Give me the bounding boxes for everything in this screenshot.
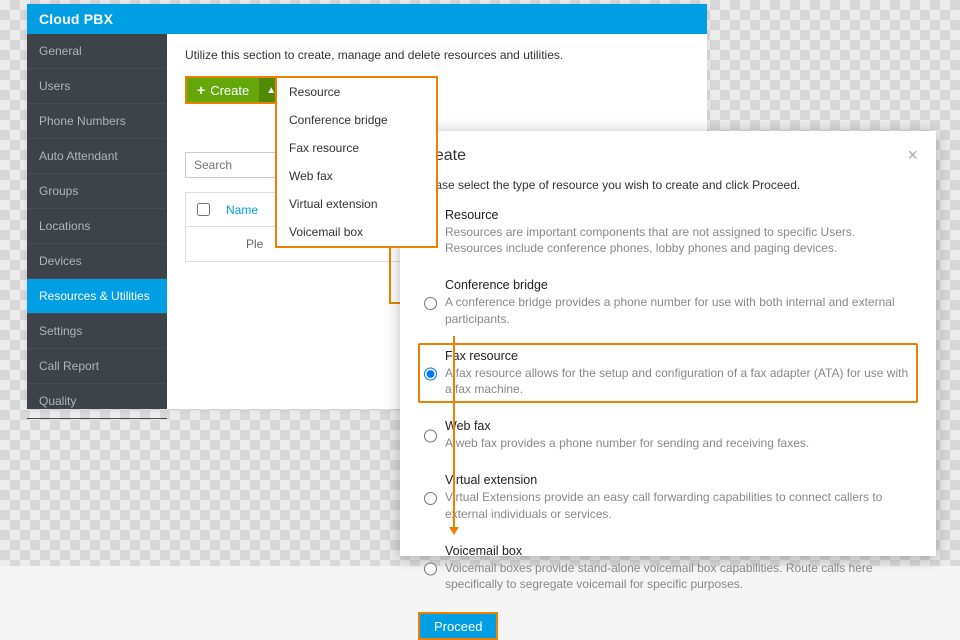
option-desc: Virtual Extensions provide an easy call …	[445, 489, 912, 521]
sidebar-item-label: Call Report	[39, 359, 99, 373]
radio-voicemail-box[interactable]	[424, 546, 437, 592]
sidebar-item-devices[interactable]: Devices	[27, 244, 167, 279]
section-intro: Utilize this section to create, manage a…	[185, 48, 689, 62]
option-desc: A fax resource allows for the setup and …	[445, 365, 912, 397]
empty-text-left: Ple	[186, 237, 263, 251]
dropdown-item-voicemail-box[interactable]: Voicemail box	[277, 218, 436, 246]
sidebar-item-label: Resources & Utilities	[39, 289, 150, 303]
radio-conference-bridge[interactable]	[424, 280, 437, 326]
sidebar-item-locations[interactable]: Locations	[27, 209, 167, 244]
sidebar-item-label: Quality	[39, 394, 76, 408]
dropdown-item-virtual-extension[interactable]: Virtual extension	[277, 190, 436, 218]
sidebar-item-resources-utilities[interactable]: Resources & Utilities	[27, 279, 167, 314]
sidebar-item-groups[interactable]: Groups	[27, 174, 167, 209]
radio-fax-resource[interactable]	[424, 351, 437, 397]
dropdown-item-conference-bridge[interactable]: Conference bridge	[277, 106, 436, 134]
resource-type-options: Resource Resources are important compone…	[418, 202, 918, 598]
option-label: Virtual extension	[445, 473, 912, 487]
option-resource[interactable]: Resource Resources are important compone…	[418, 202, 918, 262]
option-fax-resource[interactable]: Fax resource A fax resource allows for t…	[418, 343, 918, 403]
sidebar-item-label: Auto Attendant	[39, 149, 118, 163]
option-virtual-extension[interactable]: Virtual extension Virtual Extensions pro…	[418, 467, 918, 527]
option-label: Voicemail box	[445, 544, 912, 558]
sidebar-item-label: Locations	[39, 219, 90, 233]
close-icon[interactable]: ×	[907, 145, 918, 166]
option-label: Fax resource	[445, 349, 912, 363]
radio-virtual-extension[interactable]	[424, 475, 437, 521]
sidebar-item-settings[interactable]: Settings	[27, 314, 167, 349]
option-web-fax[interactable]: Web fax A web fax provides a phone numbe…	[418, 413, 918, 457]
sidebar-item-general[interactable]: General	[27, 34, 167, 69]
radio-web-fax[interactable]	[424, 421, 437, 451]
create-dropdown-menu: Resource Conference bridge Fax resource …	[275, 76, 438, 248]
option-desc: Voicemail boxes provide stand-alone voic…	[445, 560, 912, 592]
sidebar-item-call-report[interactable]: Call Report	[27, 349, 167, 384]
sidebar-item-label: Settings	[39, 324, 82, 338]
create-button[interactable]: + Create ▲	[185, 76, 285, 104]
app-titlebar: Cloud PBX	[27, 4, 707, 34]
annotation-arrow-icon	[449, 527, 459, 535]
option-conference-bridge[interactable]: Conference bridge A conference bridge pr…	[418, 272, 918, 332]
sidebar-item-quality[interactable]: Quality	[27, 384, 167, 419]
proceed-button-label: Proceed	[434, 619, 482, 634]
option-label: Web fax	[445, 419, 912, 433]
sidebar-item-label: Phone Numbers	[39, 114, 126, 128]
proceed-button[interactable]: Proceed	[418, 612, 498, 640]
sidebar-item-users[interactable]: Users	[27, 69, 167, 104]
option-voicemail-box[interactable]: Voicemail box Voicemail boxes provide st…	[418, 538, 918, 598]
dropdown-item-fax-resource[interactable]: Fax resource	[277, 134, 436, 162]
sidebar-item-label: Devices	[39, 254, 82, 268]
sidebar-item-label: Users	[39, 79, 70, 93]
annotation-line	[453, 336, 455, 531]
option-label: Resource	[445, 208, 912, 222]
option-desc: A web fax provides a phone number for se…	[445, 435, 912, 451]
sidebar: General Users Phone Numbers Auto Attenda…	[27, 34, 167, 409]
create-modal: Create × Please select the type of resou…	[400, 131, 936, 556]
create-button-label: Create	[210, 83, 249, 98]
option-desc: A conference bridge provides a phone num…	[445, 294, 912, 326]
dropdown-item-web-fax[interactable]: Web fax	[277, 162, 436, 190]
option-desc: Resources are important components that …	[445, 224, 912, 256]
sidebar-item-label: General	[39, 44, 82, 58]
select-all-checkbox[interactable]	[197, 203, 210, 216]
option-label: Conference bridge	[445, 278, 912, 292]
dropdown-item-resource[interactable]: Resource	[277, 78, 436, 106]
sidebar-item-label: Groups	[39, 184, 78, 198]
plus-icon: +	[197, 82, 205, 98]
sidebar-item-phone-numbers[interactable]: Phone Numbers	[27, 104, 167, 139]
modal-intro: Please select the type of resource you w…	[418, 178, 918, 192]
app-title: Cloud PBX	[39, 11, 113, 27]
sidebar-item-auto-attendant[interactable]: Auto Attendant	[27, 139, 167, 174]
